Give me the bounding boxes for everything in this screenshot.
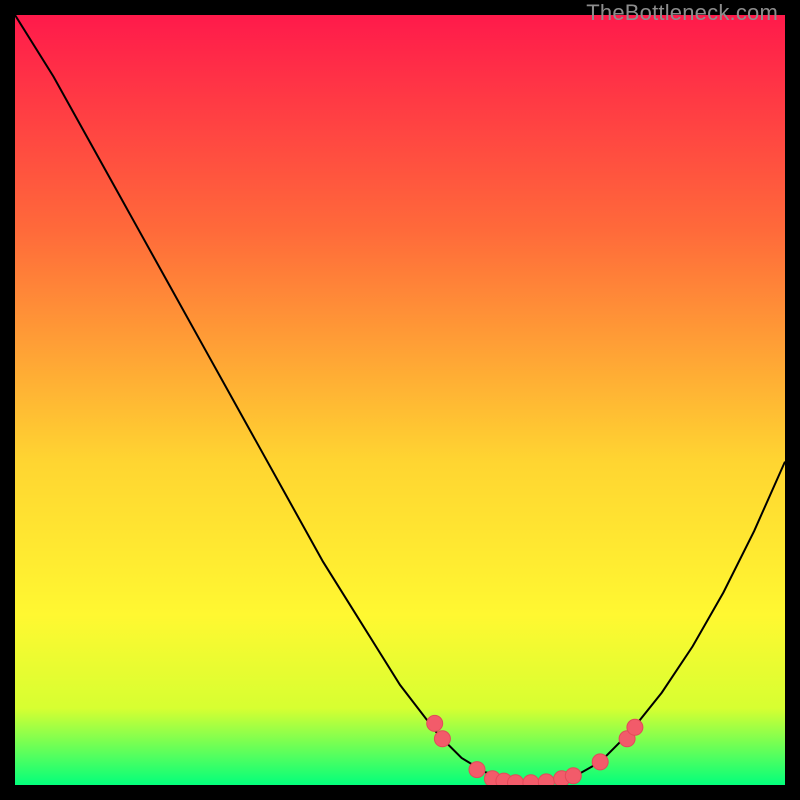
gradient-background [15,15,785,785]
watermark-text: TheBottleneck.com [586,0,778,26]
curve-marker [434,731,450,747]
chart-frame [15,15,785,785]
chart-svg [15,15,785,785]
curve-marker [627,719,643,735]
curve-marker [592,754,608,770]
curve-marker [427,715,443,731]
curve-marker [469,762,485,778]
curve-marker [565,768,581,784]
curve-marker [538,774,554,785]
